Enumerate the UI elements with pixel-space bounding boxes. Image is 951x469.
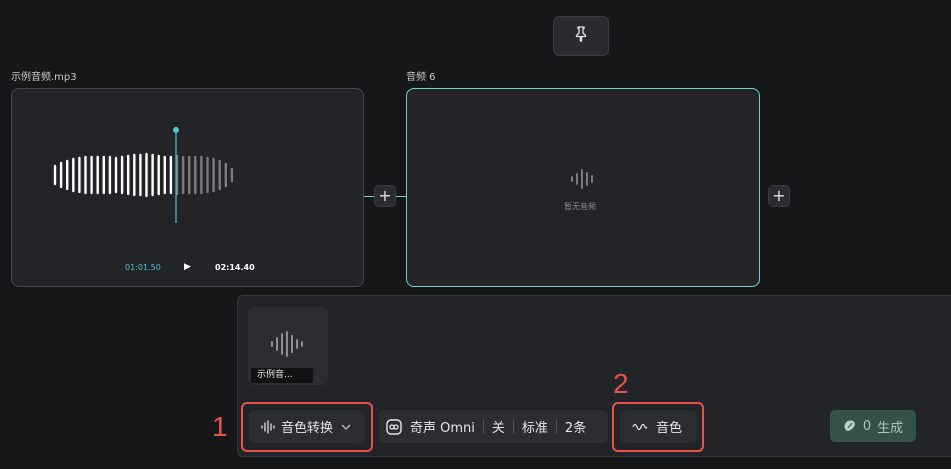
pin-button[interactable] — [553, 16, 609, 56]
source-audio-card[interactable]: 01:01.50 ▶ 02:14.40 — [11, 88, 364, 287]
target-title: 音频 6 — [406, 72, 436, 83]
play-button[interactable]: ▶ — [184, 262, 191, 272]
model-logo-icon — [386, 418, 402, 435]
playhead-handle[interactable] — [173, 127, 179, 133]
model-quality-value: 标准 — [521, 421, 548, 436]
model-name: 奇声 Omni — [410, 421, 475, 436]
bean-icon — [843, 419, 857, 433]
total-time: 02:14.40 — [215, 263, 255, 272]
empty-audio-label: 暂无音频 — [564, 202, 596, 211]
audio-wave-icon — [270, 331, 306, 361]
generate-label: 生成 — [877, 420, 904, 436]
annotation-box-2 — [612, 402, 704, 452]
current-time: 01:01.50 — [125, 263, 161, 272]
model-settings-button[interactable]: 奇声 Omni 关 标准 2条 — [378, 410, 608, 443]
insert-button[interactable]: + — [374, 185, 396, 207]
pin-icon — [574, 26, 588, 46]
audio-wave-icon — [570, 169, 598, 193]
separator — [555, 419, 557, 434]
add-audio-button[interactable]: + — [768, 185, 790, 207]
thumbnail-label: 示例音... — [251, 368, 313, 383]
model-count-value: 2条 — [564, 421, 587, 436]
generate-count: 0 — [862, 418, 872, 434]
annotation-box-1 — [241, 402, 373, 452]
generate-button[interactable]: 0 生成 — [830, 410, 916, 442]
source-title: 示例音频.mp3 — [11, 72, 77, 83]
separator — [512, 419, 514, 434]
model-toggle-value: 关 — [491, 421, 505, 436]
annotation-number-1: 1 — [212, 411, 228, 442]
separator — [482, 419, 484, 434]
annotation-number-2: 2 — [613, 368, 629, 399]
target-audio-card[interactable]: 暂无音频 — [406, 88, 760, 287]
source-waveform[interactable] — [12, 89, 365, 288]
